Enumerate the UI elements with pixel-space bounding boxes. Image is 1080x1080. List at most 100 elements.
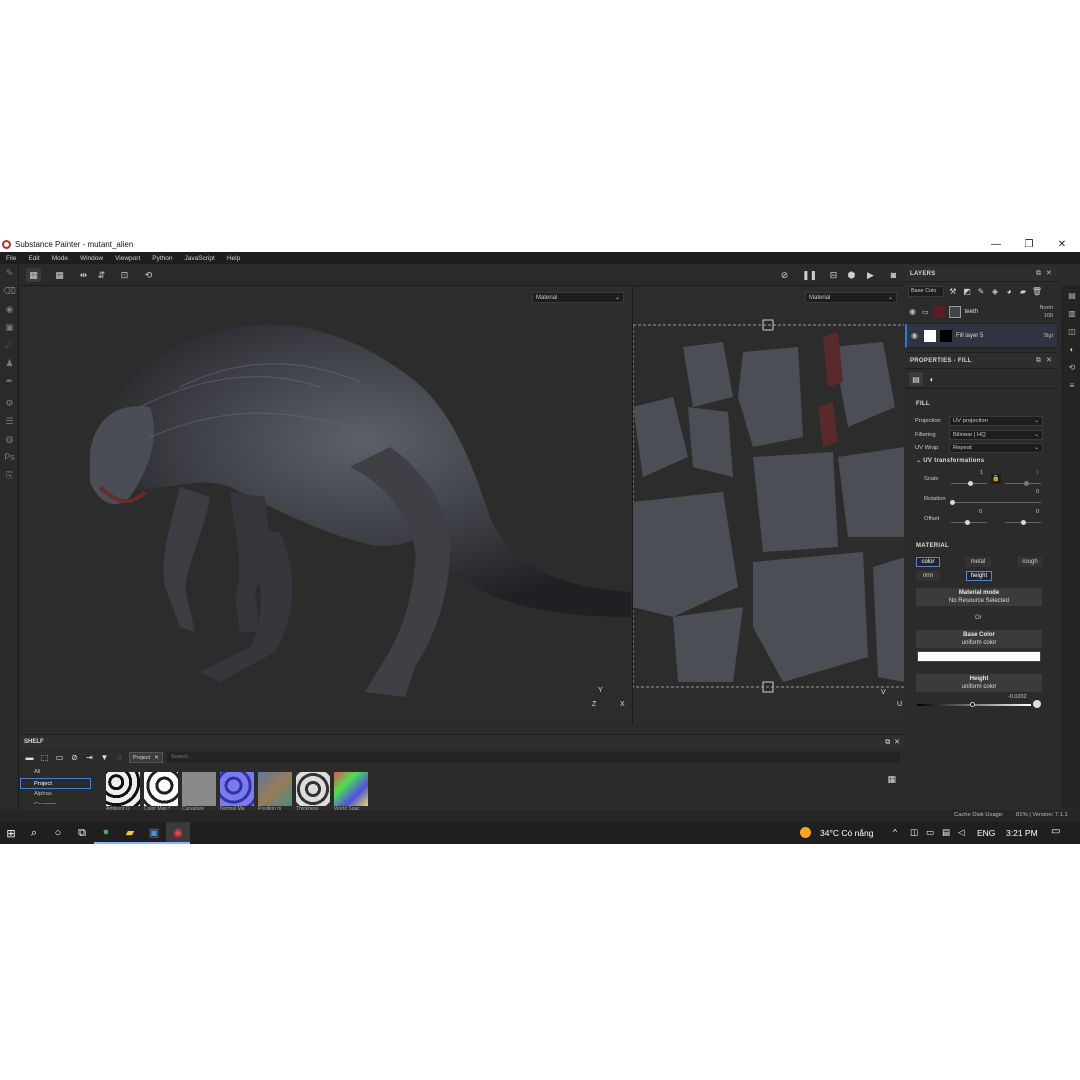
history-icon[interactable]: ⟲	[141, 268, 156, 282]
channel-dropdown[interactable]: Base Colo	[908, 285, 944, 297]
clone-icon[interactable]: ♟	[0, 354, 19, 372]
projection-icon[interactable]: ◉	[0, 300, 19, 318]
rotation-slider-knob[interactable]	[950, 500, 955, 505]
hide-icon[interactable]: ⊘	[777, 268, 792, 282]
volume-icon[interactable]: ◁	[958, 827, 965, 838]
add-group-icon[interactable]: ▰	[1018, 286, 1028, 297]
category-alphas[interactable]: Alphas	[20, 789, 95, 800]
view-mode-icon[interactable]: ⊟	[826, 268, 841, 282]
float-panel-icon[interactable]: ⧉	[1036, 357, 1041, 364]
windows-start-icon[interactable]: ⊞	[0, 822, 22, 844]
cortana-icon[interactable]: ○	[46, 822, 70, 844]
category-project[interactable]: Project	[20, 778, 91, 789]
symmetry-x-icon[interactable]: ⇹	[76, 268, 91, 282]
grid-view-icon[interactable]: ▦	[26, 268, 41, 282]
photoshop-export-icon[interactable]: Ps	[0, 448, 19, 466]
projection-dropdown[interactable]: UV projection ⌄	[949, 415, 1043, 426]
material-mode-button[interactable]: Material mode No Resource Selected	[916, 588, 1042, 606]
export-icon[interactable]: ⎘	[0, 466, 19, 484]
visibility-eye-icon[interactable]: ◉	[911, 331, 920, 340]
add-effect-icon[interactable]: ⚒	[948, 286, 958, 297]
close-panel-icon[interactable]: ✕	[1046, 357, 1052, 364]
uv-transform-title[interactable]: ⌄ UV transformations	[916, 457, 984, 464]
grid-view-toggle-icon[interactable]: ▦	[887, 774, 896, 785]
channel-height-toggle[interactable]: height	[966, 571, 992, 581]
menu-edit[interactable]: Edit	[22, 255, 45, 262]
color-picker-icon[interactable]: ✒	[0, 372, 19, 390]
channel-rough-toggle[interactable]: rough	[1018, 557, 1042, 567]
close-button[interactable]: ✕	[1045, 236, 1079, 252]
menu-file[interactable]: File	[0, 255, 22, 262]
layer-blend[interactable]: Norm	[1040, 305, 1053, 311]
smudge-icon[interactable]: ☄	[0, 336, 19, 354]
float-panel-icon[interactable]: ⧉	[885, 739, 890, 746]
history-panel-icon[interactable]: ⟲	[1063, 358, 1080, 376]
folder-icon[interactable]: ▬	[24, 753, 35, 762]
search-icon[interactable]: ⌕	[22, 822, 46, 844]
maximize-button[interactable]: ❐	[1012, 236, 1046, 252]
import-icon[interactable]: ⬚	[39, 753, 50, 762]
height-button[interactable]: Height uniform color	[916, 674, 1042, 692]
screenshot-camera-icon[interactable]: ◙	[886, 268, 901, 282]
substance-painter-taskbar-icon[interactable]: ◉	[166, 822, 190, 844]
minimize-button[interactable]: —	[979, 236, 1013, 252]
chrome-icon[interactable]: ●	[94, 822, 118, 844]
shelf-item[interactable]: Normal Ma	[220, 772, 255, 812]
shelf-item[interactable]: World Spac	[334, 772, 369, 812]
battery-icon[interactable]: ▭	[926, 827, 934, 838]
filter-icon[interactable]: ▼	[99, 753, 110, 762]
file-explorer-icon[interactable]: ▰	[118, 822, 142, 844]
texture-set-icon[interactable]: ◍	[0, 430, 19, 448]
menu-javascript[interactable]: JavaScript	[179, 255, 221, 262]
layers-icon[interactable]: ▤	[1063, 286, 1080, 304]
close-icon[interactable]: ✕	[154, 755, 159, 761]
shelf-search-input[interactable]: Search...	[166, 752, 900, 763]
eraser-icon[interactable]: ⌫	[0, 282, 19, 300]
language-indicator[interactable]: ENG	[977, 828, 995, 838]
category-all[interactable]: All	[20, 767, 95, 778]
color-picker-icon[interactable]	[1033, 700, 1041, 708]
delete-layer-icon[interactable]: 🗑	[1032, 286, 1042, 297]
task-view-icon[interactable]: ⧉	[70, 822, 94, 844]
menu-python[interactable]: Python	[146, 255, 178, 262]
bake-icon[interactable]: ☰	[0, 412, 19, 430]
layer-row[interactable]: ◉ Fill layer 5 Slgt	[905, 324, 1057, 348]
shelf-item[interactable]: Position m	[258, 772, 293, 812]
layer-opacity[interactable]: 100	[1044, 313, 1053, 319]
geometry-fill-icon[interactable]: ▣	[0, 318, 19, 336]
viewport-3d[interactable]: Material ⌄ Y Z X	[20, 287, 631, 725]
settings-icon[interactable]: ⚙	[0, 394, 19, 412]
fill-settings-tab-icon[interactable]: ▤	[909, 372, 923, 386]
offset-slider-knob-2[interactable]	[1021, 520, 1026, 525]
frame-icon[interactable]: ⊡	[117, 268, 132, 282]
menu-window[interactable]: Window	[74, 255, 109, 262]
shelf-item[interactable]: Color Map f	[144, 772, 179, 812]
add-fill-layer-icon[interactable]: ◈	[990, 286, 1000, 297]
menu-mode[interactable]: Mode	[46, 255, 74, 262]
height-slider-knob[interactable]	[970, 702, 975, 707]
log-icon[interactable]: ≡	[1063, 376, 1080, 394]
visibility-eye-icon[interactable]: ◉	[909, 307, 918, 316]
grid-options-icon[interactable]: ▦	[52, 268, 67, 282]
float-panel-icon[interactable]: ⧉	[1036, 270, 1041, 277]
pause-icon[interactable]: ❚❚	[802, 268, 817, 282]
channel-nrm-toggle[interactable]: nrm	[916, 571, 940, 581]
add-mask-icon[interactable]: ◩	[962, 286, 972, 297]
channel-metal-toggle[interactable]: metal	[965, 557, 991, 567]
camera-video-icon[interactable]: ▶	[863, 268, 878, 282]
base-color-swatch[interactable]	[917, 651, 1041, 662]
paint-brush-icon[interactable]: ✎	[0, 264, 19, 282]
rotation-slider-track[interactable]	[951, 502, 1041, 503]
photos-icon[interactable]: ▣	[142, 822, 166, 844]
hide-filter-icon[interactable]: ⊘	[69, 753, 80, 762]
layer-row[interactable]: ◉ ▭ teeth Norm 100	[905, 300, 1057, 324]
network-icon[interactable]: ▤	[942, 827, 950, 838]
trash-icon[interactable]: ▭	[54, 753, 65, 762]
viewport-2d-uv[interactable]: Material ⌄ V U	[632, 287, 904, 725]
scale-slider-track-2[interactable]	[1005, 483, 1041, 484]
add-paint-layer-icon[interactable]: ✎	[976, 286, 986, 297]
close-panel-icon[interactable]: ✕	[894, 739, 900, 746]
shader-settings-icon[interactable]: ◐	[1063, 340, 1080, 358]
cube-icon[interactable]: ⬢	[844, 268, 859, 282]
material-tab-icon[interactable]: ◐	[925, 372, 939, 386]
